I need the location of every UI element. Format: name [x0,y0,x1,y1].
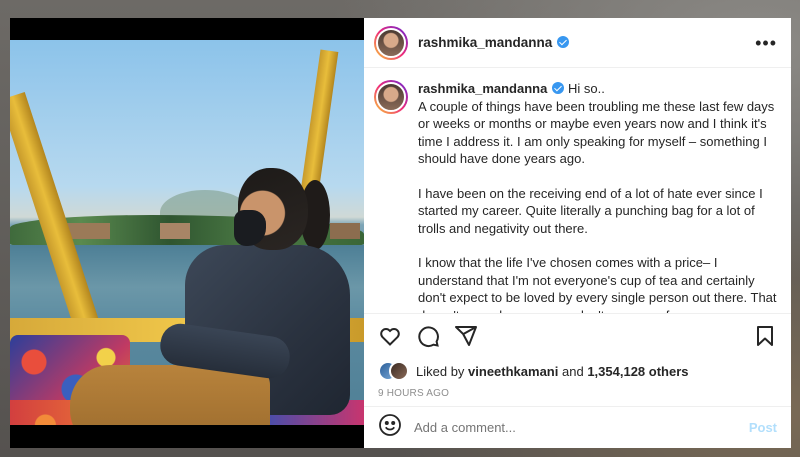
comment-input[interactable] [414,420,749,435]
photo-scene [10,40,364,425]
post-side-panel: rashmika_mandanna ••• rashmika_mandanna … [364,18,791,448]
caption-paragraph: A couple of things have been troubling m… [418,98,775,167]
author-avatar-image [376,27,406,58]
scene-boat-pole [299,49,339,201]
author-username[interactable]: rashmika_mandanna [418,35,570,50]
scene-house [330,223,360,239]
more-options-icon[interactable]: ••• [755,34,777,52]
author-avatar[interactable] [374,25,408,60]
caption-text: rashmika_mandanna Hi so.. A couple of th… [418,80,777,313]
caption-paragraph: I know that the life I've chosen comes w… [418,255,777,313]
caption-greeting: Hi so.. [567,81,605,96]
likes-count-link[interactable]: 1,354,128 others [587,364,688,379]
author-username-text[interactable]: rashmika_mandanna [418,35,552,50]
share-icon[interactable] [454,324,478,348]
action-bar [364,313,791,358]
emoji-icon[interactable] [378,413,402,442]
caption-username[interactable]: rashmika_mandanna [418,81,547,96]
likes-summary: Liked by vineethkamani and 1,354,128 oth… [364,358,791,384]
likes-prefix: Liked by [416,363,465,379]
liker-avatar[interactable] [389,361,409,381]
post-modal: rashmika_mandanna ••• rashmika_mandanna … [10,18,791,448]
caption-author-avatar[interactable] [374,80,408,114]
comment-bar: Post [364,406,791,448]
liker-avatars [378,361,410,381]
comment-icon[interactable] [416,324,440,348]
verified-badge-icon [552,82,565,94]
scene-house [160,223,190,239]
likes-user-link[interactable]: vineethkamani [468,364,558,379]
caption-section: rashmika_mandanna Hi so.. A couple of th… [364,68,791,313]
post-image[interactable] [10,18,364,448]
bookmark-icon[interactable] [753,324,777,348]
caption-paragraph: I have been on the receiving end of a lo… [418,185,763,236]
caption-first-paragraph: rashmika_mandanna Hi so.. A couple of th… [418,80,777,168]
post-timestamp[interactable]: 9 HOURS AGO [364,384,791,406]
verified-badge-icon [557,36,570,48]
post-header: rashmika_mandanna ••• [364,18,791,68]
heart-icon[interactable] [378,324,402,348]
caption-author-avatar-image [376,82,406,112]
likes-joiner: and [562,363,584,379]
post-comment-button[interactable]: Post [749,420,777,435]
